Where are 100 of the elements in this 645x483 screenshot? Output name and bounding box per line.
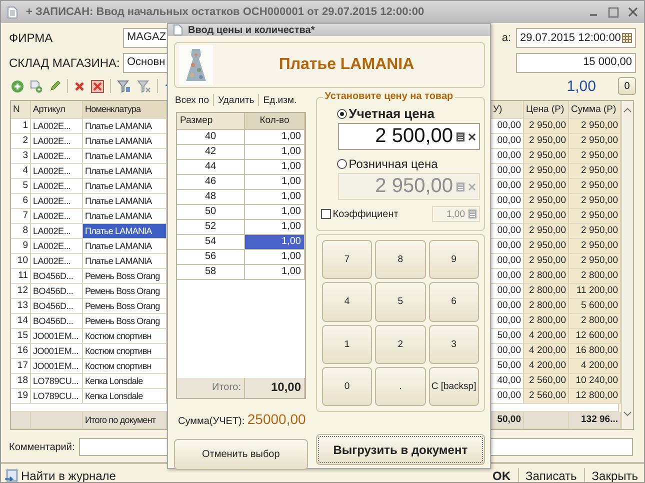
checkbox[interactable] (320, 209, 331, 219)
table-cell: 2 950,00 (569, 149, 621, 164)
maximize-icon[interactable] (608, 6, 619, 18)
table-cell: 00,00 (491, 164, 524, 179)
close-icon[interactable] (628, 7, 638, 17)
keypad-key[interactable]: 5 (375, 282, 426, 322)
keypad-key[interactable]: 0 (322, 366, 372, 406)
table-cell: LA002E... (31, 179, 83, 194)
add-icon[interactable] (11, 80, 24, 92)
column-header[interactable]: N (11, 101, 31, 119)
table-cell: 00,00 (491, 239, 524, 254)
keypad-key[interactable]: . (375, 366, 426, 406)
table-cell: 7 (11, 209, 31, 224)
table-cell: 2 800,00 (524, 269, 569, 284)
table-cell: 2 950,00 (524, 209, 569, 224)
column-header[interactable]: У) (491, 101, 524, 119)
date-label: а: (502, 32, 511, 44)
table-cell: 1,00 (245, 235, 305, 250)
amount-field[interactable]: 15 000,00 (516, 52, 636, 72)
column-header[interactable]: Сумма (Р) (569, 101, 621, 119)
keypad-key[interactable]: 6 (428, 282, 479, 322)
keypad-key[interactable]: 3 (428, 324, 479, 364)
table-cell: Платье LAMANIA (83, 164, 167, 179)
radio-button[interactable] (336, 158, 347, 168)
table-cell: Платье LAMANIA (83, 149, 167, 164)
save-button[interactable]: Записать (524, 468, 579, 482)
table-cell: JO001EM... (31, 344, 83, 359)
cancel-selection-button[interactable]: Отменить выбор (174, 439, 308, 470)
table-cell: 4 (11, 164, 31, 179)
comment-label: Комментарий: (9, 442, 73, 452)
export-button[interactable]: Выгрузить в документ (316, 434, 485, 465)
table-cell: 2 950,00 (524, 194, 569, 209)
table-cell: 4 200,00 (524, 344, 569, 359)
scroll-down-icon[interactable] (623, 411, 632, 417)
ok-button[interactable]: OK (490, 468, 512, 482)
table-cell: 4 200,00 (524, 359, 569, 374)
table-cell: 00,00 (491, 344, 524, 359)
table-cell: 50,00 (491, 359, 524, 374)
pencil-icon[interactable] (49, 80, 61, 92)
table-cell: 13 (11, 299, 31, 314)
table-cell: 2 800,00 (524, 314, 569, 329)
table-cell: 2 950,00 (524, 164, 569, 179)
table-cell: 50,00 (491, 329, 524, 344)
table-cell: 1,00 (245, 250, 305, 265)
calculator-icon[interactable] (456, 132, 465, 142)
table-cell: 16 800,00 (569, 344, 621, 359)
radio-button[interactable] (336, 108, 347, 118)
keypad-key[interactable]: 4 (322, 282, 372, 322)
radio-label[interactable]: Розничная цена (348, 156, 438, 170)
window-title: + ЗАПИСАН: Ввод начальных остатков ОСН000001 от 29.07.2015 12:00:00 (26, 6, 424, 18)
sum-label: Сумма(УЧЕТ): (178, 416, 245, 427)
delete-icon[interactable] (74, 80, 85, 92)
calendar-icon[interactable] (622, 32, 632, 42)
find-in-journal-button[interactable]: Найти в журнале (5, 468, 116, 482)
price-field[interactable]: 2 500,00 (338, 123, 480, 150)
table-cell: Платье LAMANIA (83, 254, 167, 269)
keypad-key[interactable]: 1 (322, 324, 372, 364)
table-cell: 11 (11, 269, 31, 284)
keypad-key[interactable]: 2 (375, 324, 426, 364)
column-header[interactable]: Номенклатура (83, 101, 167, 119)
table-cell: Ремень Boss Orang (83, 284, 167, 299)
keypad-key[interactable]: 9 (428, 240, 479, 280)
table-cell: 48 (177, 190, 245, 205)
table-cell: Платье LAMANIA (83, 179, 167, 194)
column-header[interactable]: Цена (Р) (524, 101, 569, 119)
table-cell: 1,00 (245, 160, 305, 175)
zero-button[interactable]: 0 (618, 77, 636, 95)
table-cell: LO789CU... (31, 389, 83, 404)
date-field[interactable]: 29.07.2015 12:00:00 (516, 28, 636, 48)
radio-label[interactable]: Учетная цена (348, 106, 434, 121)
table-cell: BO456D... (31, 314, 83, 329)
document-icon (173, 24, 183, 36)
filter-icon[interactable] (117, 80, 131, 92)
keypad-key[interactable]: 7 (322, 240, 372, 280)
scroll-up-icon[interactable] (623, 107, 632, 113)
keypad-key[interactable]: C [backsp] (428, 366, 479, 406)
column-header[interactable]: Кол-во (245, 113, 305, 130)
close-button[interactable]: Закрыть (590, 468, 640, 482)
column-header[interactable]: Размер (177, 113, 245, 130)
table-cell: 2 950,00 (524, 179, 569, 194)
table-cell: 2 950,00 (569, 209, 621, 224)
toolbar-button[interactable]: Удалить (216, 94, 256, 106)
checkbox-label[interactable]: Коэффициент (332, 208, 398, 220)
delete-marked-icon[interactable] (91, 80, 104, 92)
column-header[interactable]: Артикул (31, 101, 83, 119)
table-cell: 2 560,00 (524, 374, 569, 389)
table-cell: 16 (11, 344, 31, 359)
keypad-key[interactable]: 8 (375, 240, 426, 280)
table-cell: 2 950,00 (569, 254, 621, 269)
scrollbar[interactable] (621, 101, 633, 429)
filter-clear-icon[interactable] (137, 80, 151, 92)
toolbar-button[interactable]: Ед.изм. (262, 94, 298, 106)
table-cell: 10 (11, 254, 31, 269)
copy-icon[interactable] (30, 80, 43, 92)
table-cell: 14 (11, 314, 31, 329)
table-cell: 00,00 (491, 179, 524, 194)
toolbar-button[interactable]: Всех по (174, 94, 210, 106)
table-cell: 8 (11, 224, 31, 239)
clear-icon[interactable] (468, 132, 476, 140)
table-cell: 2 (11, 134, 31, 149)
